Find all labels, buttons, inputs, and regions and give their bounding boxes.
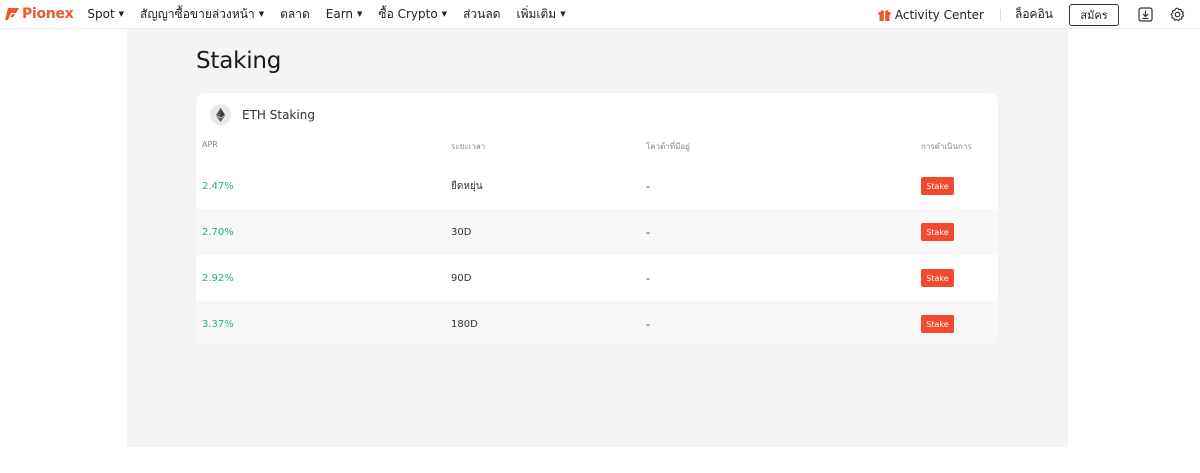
activity-center-label: Activity Center — [894, 7, 984, 22]
table-row: 2.92% 90D - Stake — [196, 255, 998, 301]
top-navigation-bar: Pionex Spot ▼ สัญญาซื้อขายล่วงหน้า ▼ ตลา… — [0, 0, 1200, 29]
nav-item-label: ตลาด — [280, 6, 310, 21]
ethereum-icon — [216, 107, 225, 122]
stake-button[interactable]: Stake — [921, 223, 954, 241]
caret-down-icon: ▼ — [258, 10, 265, 18]
pionex-logo-icon — [5, 8, 19, 20]
column-header-action: การดำเนินการ — [921, 142, 972, 151]
quota-value: - — [646, 225, 650, 239]
column-header-quota: โควต้าที่มีอยู่ — [646, 142, 690, 151]
nav-item-label: ซื้อ Crypto — [378, 6, 438, 21]
apr-value: 3.37% — [202, 318, 234, 330]
stake-button[interactable]: Stake — [921, 177, 954, 195]
period-value: 90D — [451, 272, 472, 284]
staking-table-body: 2.47% ยืดหยุ่น - Stake 2.70% 30D - Stake… — [196, 163, 998, 345]
nav-item-markets[interactable]: ตลาด — [280, 5, 310, 24]
signup-button[interactable]: สมัคร — [1069, 3, 1119, 26]
nav-item-buy-crypto[interactable]: ซื้อ Crypto ▼ — [378, 5, 447, 24]
header-actions: Activity Center ล็อคอิน สมัคร — [878, 0, 1200, 29]
nav-item-earn[interactable]: Earn ▼ — [326, 7, 363, 21]
quota-value: - — [646, 271, 650, 285]
caret-down-icon: ▼ — [441, 10, 448, 18]
login-link[interactable]: ล็อคอิน — [1015, 5, 1053, 24]
caret-down-icon: ▼ — [357, 10, 363, 18]
gear-icon — [1170, 7, 1184, 22]
download-icon — [1137, 7, 1153, 22]
table-row: 3.37% 180D - Stake — [196, 301, 998, 345]
nav-item-label: สัญญาซื้อขายล่วงหน้า — [140, 6, 255, 21]
nav-item-label: Earn — [325, 7, 354, 21]
nav-item-spot[interactable]: Spot ▼ — [87, 7, 124, 21]
column-header-apr: APR — [202, 140, 218, 149]
quota-value: - — [646, 179, 650, 193]
period-value: ยืดหยุ่น — [451, 180, 483, 192]
pionex-logo[interactable]: Pionex — [5, 6, 74, 22]
download-button[interactable] — [1137, 7, 1153, 23]
main-nav: Spot ▼ สัญญาซื้อขายล่วงหน้า ▼ ตลาด Earn … — [87, 5, 581, 24]
nav-item-label: เพิ่มเติม — [516, 6, 557, 21]
settings-button[interactable] — [1169, 7, 1185, 23]
nav-item-label: Spot — [87, 7, 115, 21]
table-row: 2.70% 30D - Stake — [196, 209, 998, 255]
coin-name: ETH Staking — [242, 107, 315, 122]
header-divider — [1000, 8, 1001, 21]
column-header-period: ระยะเวลา — [451, 142, 486, 151]
main-content: Staking ETH Staking APR ระยะเวลา โควต้าท… — [127, 29, 1068, 447]
apr-value: 2.92% — [202, 272, 234, 284]
page-title: Staking — [196, 48, 282, 74]
brand-name: Pionex — [22, 6, 74, 22]
staking-card-header: ETH Staking — [210, 104, 315, 125]
apr-value: 2.47% — [202, 180, 234, 192]
period-value: 30D — [451, 226, 472, 238]
nav-item-more[interactable]: เพิ่มเติม ▼ — [516, 5, 565, 24]
stake-button[interactable]: Stake — [921, 315, 954, 333]
caret-down-icon: ▼ — [118, 10, 125, 18]
table-row: 2.47% ยืดหยุ่น - Stake — [196, 163, 998, 209]
apr-value: 2.70% — [202, 226, 234, 238]
nav-item-futures[interactable]: สัญญาซื้อขายล่วงหน้า ▼ — [140, 5, 264, 24]
activity-center-link[interactable]: Activity Center — [878, 8, 984, 22]
nav-item-label: ส่วนลด — [463, 6, 501, 21]
nav-item-discount[interactable]: ส่วนลด — [463, 5, 500, 24]
staking-card: ETH Staking APR ระยะเวลา โควต้าที่มีอยู่… — [196, 93, 998, 345]
quota-value: - — [646, 317, 650, 331]
stake-button[interactable]: Stake — [921, 269, 954, 287]
caret-down-icon: ▼ — [560, 10, 566, 18]
coin-icon-wrap — [210, 104, 231, 125]
period-value: 180D — [451, 318, 478, 330]
gift-icon — [878, 9, 891, 21]
